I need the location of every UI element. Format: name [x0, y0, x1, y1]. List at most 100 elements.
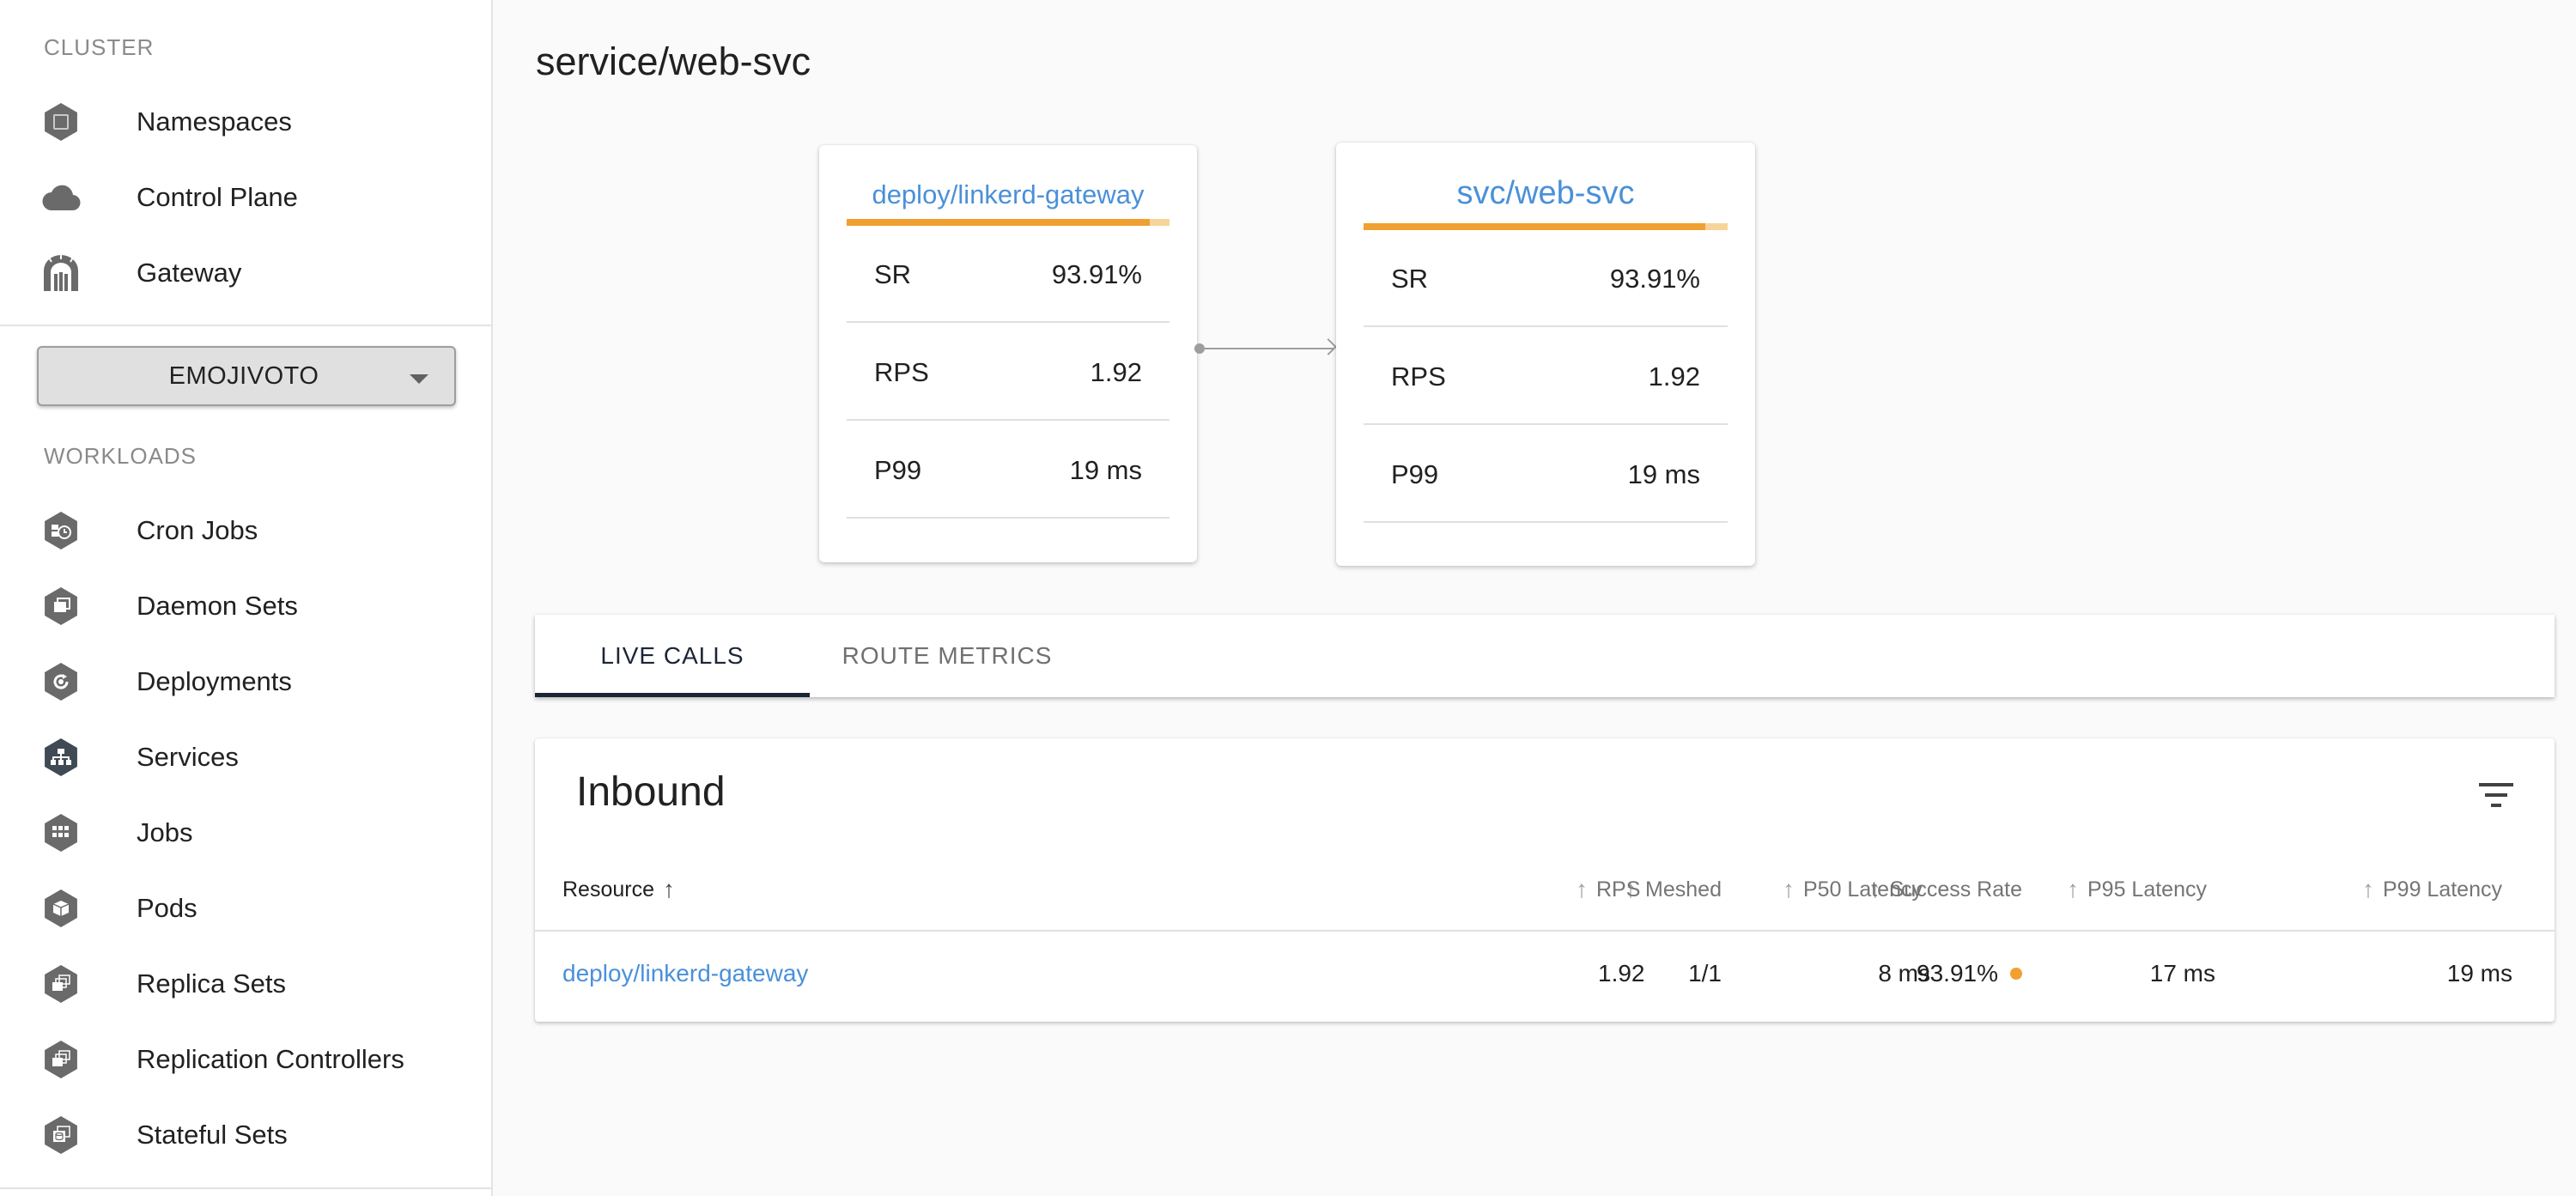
sidebar-item-cron-jobs[interactable]: Cron Jobs — [0, 493, 491, 568]
sort-arrow-up-icon: ↑ — [1576, 876, 1588, 902]
metric-row-sr: SR 93.91% — [847, 225, 1170, 323]
sidebar-divider — [0, 1187, 491, 1189]
p99-cell: 19 ms — [2446, 960, 2512, 987]
tab-route-metrics[interactable]: ROUTE METRICS — [810, 615, 1084, 697]
sidebar-item-deployments[interactable]: Deployments — [0, 644, 491, 719]
graph-node-source[interactable]: deploy/linkerd-gateway SR 93.91% RPS 1.9… — [819, 145, 1197, 562]
column-header-label: P95 Latency — [2087, 877, 2207, 902]
deployment-icon — [41, 662, 81, 701]
table-divider — [535, 930, 2555, 932]
sidebar: CLUSTER Namespaces Control Plane Gateway… — [0, 0, 493, 1196]
sidebar-item-replica-sets[interactable]: Replica Sets — [0, 946, 491, 1022]
job-icon — [41, 813, 81, 853]
column-header-resource[interactable]: Resource ↑ — [562, 876, 675, 903]
graph-node-title[interactable]: svc/web-svc — [1336, 175, 1755, 212]
column-header-label: Meshed — [1645, 877, 1722, 902]
success-rate-cell: 93.91% — [1917, 960, 2022, 987]
sidebar-item-services[interactable]: Services — [0, 719, 491, 795]
sort-arrow-up-icon: ↑ — [2067, 876, 2079, 902]
column-header-label: Resource — [562, 877, 654, 902]
sidebar-item-label: Daemon Sets — [137, 591, 298, 621]
cluster-section-label: CLUSTER — [44, 34, 155, 60]
tab-bar: LIVE CALLS ROUTE METRICS — [535, 615, 2555, 697]
metric-name: RPS — [874, 357, 929, 387]
sidebar-item-label: Pods — [137, 893, 197, 923]
daemonset-icon — [41, 586, 81, 626]
meshed-cell: 1/1 — [1688, 960, 1722, 987]
p50-cell: 8 ms — [1878, 960, 1930, 987]
pod-icon — [41, 889, 81, 928]
metric-name: P99 — [1391, 459, 1439, 489]
replicaset-icon — [41, 964, 81, 1004]
metric-value: 1.92 — [1090, 357, 1142, 387]
column-header-rps[interactable]: ↑ RPS — [1576, 876, 1640, 903]
gateway-icon — [41, 253, 81, 293]
metric-name: SR — [874, 259, 912, 289]
sidebar-item-label: Control Plane — [137, 182, 298, 212]
graph-edge — [1198, 348, 1334, 349]
resource-link[interactable]: deploy/linkerd-gateway — [562, 960, 808, 987]
sidebar-item-pods[interactable]: Pods — [0, 871, 491, 946]
statefulset-icon — [41, 1115, 81, 1155]
filter-icon[interactable] — [2479, 783, 2513, 809]
sidebar-item-control-plane[interactable]: Control Plane — [0, 160, 491, 235]
inbound-table-card: Inbound Resource ↑ ↑ Meshed ↑ Success Ra… — [535, 738, 2555, 1022]
graph-edge-start — [1194, 343, 1205, 354]
metric-name: P99 — [874, 455, 922, 485]
namespace-select-value: EMOJIVOTO — [168, 361, 319, 390]
page-title: service/web-svc — [536, 39, 811, 83]
replicationcontroller-icon — [41, 1040, 81, 1079]
sidebar-item-label: Cron Jobs — [137, 515, 258, 545]
metric-value: 1.92 — [1648, 361, 1700, 392]
tab-live-calls[interactable]: LIVE CALLS — [535, 615, 810, 697]
column-header-p99-latency[interactable]: ↑ P99 Latency — [2362, 876, 2502, 903]
metric-value: 93.91% — [1051, 259, 1142, 289]
sidebar-item-namespaces[interactable]: Namespaces — [0, 84, 491, 160]
metric-row-rps: RPS 1.92 — [1364, 327, 1728, 425]
graph-node-target[interactable]: svc/web-svc SR 93.91% RPS 1.92 P99 19 ms — [1336, 143, 1755, 566]
sidebar-item-label: Replication Controllers — [137, 1044, 404, 1074]
metric-row-p99: P99 19 ms — [847, 421, 1170, 519]
namespace-icon — [41, 102, 81, 142]
sidebar-item-stateful-sets[interactable]: Stateful Sets — [0, 1097, 491, 1173]
service-icon — [41, 738, 81, 777]
column-header-label: RPS — [1596, 877, 1641, 902]
cloud-icon — [41, 178, 81, 217]
column-header-label: P99 Latency — [2383, 877, 2502, 902]
sidebar-item-label: Replica Sets — [137, 968, 287, 999]
sidebar-item-daemon-sets[interactable]: Daemon Sets — [0, 568, 491, 644]
sort-arrow-up-icon: ↑ — [2362, 876, 2374, 902]
sidebar-item-jobs[interactable]: Jobs — [0, 795, 491, 871]
sort-arrow-up-icon: ↑ — [663, 876, 675, 902]
graph-node-title[interactable]: deploy/linkerd-gateway — [819, 179, 1197, 210]
column-header-p95-latency[interactable]: ↑ P95 Latency — [2067, 876, 2207, 903]
rps-cell: 1.92 — [1598, 960, 1645, 987]
sidebar-item-label: Services — [137, 742, 239, 772]
column-header-p50-latency[interactable]: ↑ P50 Latency — [1783, 876, 1923, 903]
metric-name: RPS — [1391, 361, 1446, 392]
metric-row-rps: RPS 1.92 — [847, 323, 1170, 421]
metric-name: SR — [1391, 264, 1429, 294]
sort-arrow-up-icon: ↑ — [1783, 876, 1795, 902]
tab-indicator — [535, 693, 810, 697]
sidebar-item-label: Deployments — [137, 666, 292, 696]
cronjob-icon — [41, 511, 81, 550]
metric-value: 93.91% — [1609, 264, 1700, 294]
namespace-select[interactable]: EMOJIVOTO — [37, 346, 456, 406]
workloads-section-label: WORKLOADS — [44, 443, 197, 469]
sidebar-item-label: Jobs — [137, 817, 193, 847]
sidebar-item-label: Namespaces — [137, 106, 292, 137]
p95-cell: 17 ms — [2149, 960, 2215, 987]
chevron-down-icon — [410, 374, 428, 384]
metric-value: 19 ms — [1627, 459, 1700, 489]
metric-row-sr: SR 93.91% — [1364, 229, 1728, 327]
table-title: Inbound — [576, 769, 726, 815]
sidebar-item-gateway[interactable]: Gateway — [0, 235, 491, 311]
arrow-right-icon — [1320, 338, 1337, 355]
metric-value: 19 ms — [1069, 455, 1142, 485]
sidebar-divider — [0, 325, 491, 326]
sidebar-item-label: Gateway — [137, 258, 242, 288]
metric-row-p99: P99 19 ms — [1364, 425, 1728, 523]
sidebar-item-label: Stateful Sets — [137, 1120, 288, 1150]
sidebar-item-replication-controllers[interactable]: Replication Controllers — [0, 1022, 491, 1097]
